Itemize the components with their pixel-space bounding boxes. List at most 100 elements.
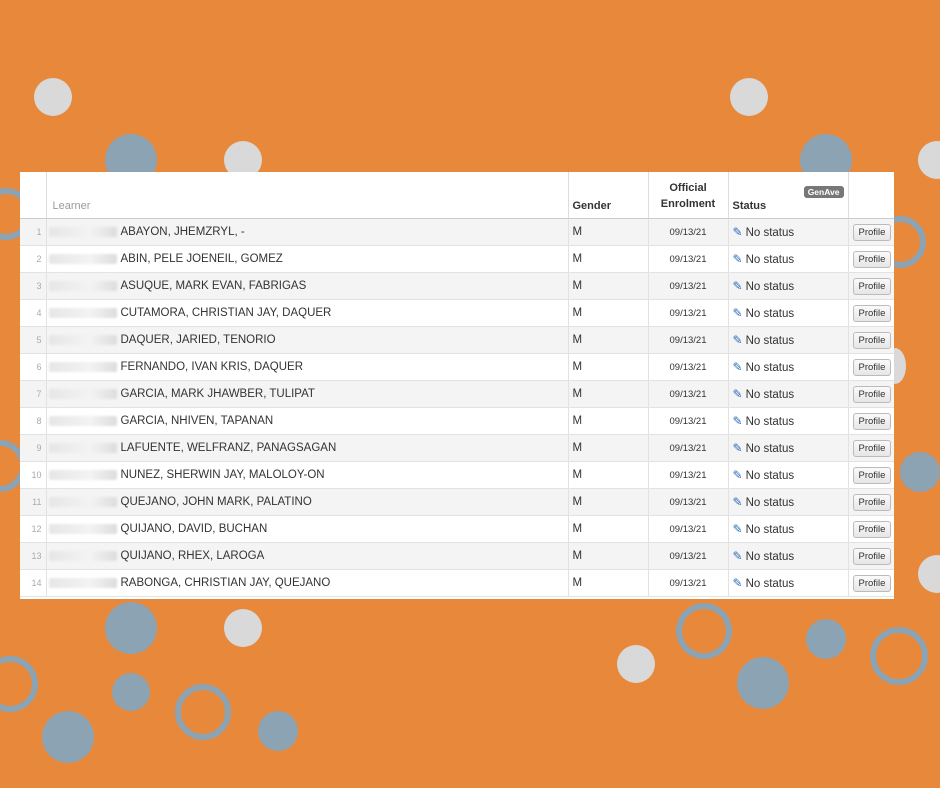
status-cell[interactable]: ✎ No status (728, 434, 849, 462)
table-row[interactable]: 13 QUIJANO, RHEX, LAROGA M 09/13/21 ✎ No stat… (20, 542, 894, 570)
status-text[interactable]: No status (746, 470, 795, 482)
status-cell[interactable]: ✎ No status (728, 326, 849, 354)
table-row[interactable]: 6 FERNANDO, IVAN KRIS, DAQUER M 09/13/21 ✎ No… (20, 353, 894, 381)
pencil-icon[interactable]: ✎ (733, 468, 743, 482)
enrolment-date: 09/13/21 (648, 569, 729, 597)
status-text[interactable]: No status (746, 551, 795, 563)
pencil-icon[interactable]: ✎ (733, 360, 743, 374)
status-text[interactable]: No status (746, 362, 795, 374)
status-cell[interactable]: ✎ No status (728, 299, 849, 327)
status-cell[interactable]: ✎ No status (728, 353, 849, 381)
profile-button[interactable]: Profile (852, 223, 892, 241)
gender-cell: M (568, 353, 649, 381)
table-row[interactable]: 8 GARCIA, NHIVEN, TAPANAN M 09/13/21 ✎ No sta… (20, 407, 894, 435)
pencil-icon[interactable]: ✎ (733, 495, 743, 509)
enrolment-date: 09/13/21 (648, 542, 729, 570)
pencil-icon[interactable]: ✎ (733, 576, 743, 590)
learner-name: ABAYON, JHEMZRYL, - (120, 226, 245, 238)
table-row[interactable]: 5 DAQUER, JARIED, TENORIO M 09/13/21 ✎ No sta… (20, 326, 894, 354)
table-row[interactable]: 12 QUIJANO, DAVID, BUCHAN M 09/13/21 ✎ No sta… (20, 515, 894, 543)
pencil-icon[interactable]: ✎ (733, 225, 743, 239)
pencil-icon[interactable]: ✎ (733, 252, 743, 266)
pencil-icon[interactable]: ✎ (733, 333, 743, 347)
pencil-icon[interactable]: ✎ (733, 549, 743, 563)
lrn-redacted (48, 550, 117, 561)
decor-dot (806, 619, 846, 659)
table-row[interactable]: 11 QUEJANO, JOHN MARK, PALATINO M 09/13/21 ✎… (20, 488, 894, 516)
enrolment-date: 09/13/21 (648, 515, 729, 543)
action-cell: Profile (848, 434, 894, 462)
status-text[interactable]: No status (746, 308, 795, 320)
profile-button[interactable]: Profile (852, 493, 892, 511)
status-cell[interactable]: ✎ No status (728, 407, 849, 435)
header-gender[interactable]: Gender (568, 172, 649, 219)
table-row[interactable]: 3 ASUQUE, MARK EVAN, FABRIGAS M 09/13/21 ✎ No… (20, 272, 894, 300)
profile-button[interactable]: Profile (852, 250, 892, 268)
profile-button[interactable]: Profile (852, 412, 892, 430)
header-status[interactable]: Status GenAve (728, 172, 849, 219)
pencil-icon[interactable]: ✎ (733, 414, 743, 428)
status-text[interactable]: No status (746, 443, 795, 455)
learner-table: Learner Gender Official Enrolment Status… (20, 172, 894, 597)
table-row[interactable]: 7 GARCIA, MARK JHAWBER, TULIPAT M 09/13/21 ✎… (20, 380, 894, 408)
decor-dot (730, 78, 768, 116)
table-row[interactable]: 14 RABONGA, CHRISTIAN JAY, QUEJANO M 09/13/… (20, 569, 894, 597)
status-cell[interactable]: ✎ No status (728, 542, 849, 570)
status-cell[interactable]: ✎ No status (728, 488, 849, 516)
profile-button[interactable]: Profile (852, 358, 892, 376)
status-text[interactable]: No status (746, 227, 795, 239)
learner-cell: GARCIA, NHIVEN, TAPANAN (46, 407, 569, 435)
table-row[interactable]: 10 NUNEZ, SHERWIN JAY, MALOLOY-ON M 09/13/2… (20, 461, 894, 489)
pencil-icon[interactable]: ✎ (733, 441, 743, 455)
status-text[interactable]: No status (746, 524, 795, 536)
profile-button[interactable]: Profile (852, 304, 892, 322)
status-text[interactable]: No status (746, 281, 795, 293)
status-text[interactable]: No status (746, 578, 795, 590)
table-row[interactable]: 4 CUTAMORA, CHRISTIAN JAY, DAQUER M 09/13/2… (20, 299, 894, 327)
action-cell: Profile (848, 542, 894, 570)
profile-button[interactable]: Profile (852, 574, 892, 592)
status-cell[interactable]: ✎ No status (728, 515, 849, 543)
status-text[interactable]: No status (746, 389, 795, 401)
status-cell[interactable]: ✎ No status (728, 461, 849, 489)
decor-dot (112, 673, 150, 711)
header-learner[interactable]: Learner (46, 172, 569, 219)
pencil-icon[interactable]: ✎ (733, 306, 743, 320)
profile-button[interactable]: Profile (852, 466, 892, 484)
status-text[interactable]: No status (746, 497, 795, 509)
table-row[interactable]: 2 ABIN, PELE JOENEIL, GOMEZ M 09/13/21 ✎ No s… (20, 245, 894, 273)
enrolment-date: 09/13/21 (648, 245, 729, 273)
pencil-icon[interactable]: ✎ (733, 279, 743, 293)
status-text[interactable]: No status (746, 416, 795, 428)
profile-button[interactable]: Profile (852, 277, 892, 295)
pencil-icon[interactable]: ✎ (733, 522, 743, 536)
table-row[interactable]: 1 ABAYON, JHEMZRYL, - M 09/13/21 ✎ No status P… (20, 218, 894, 246)
status-text[interactable]: No status (746, 335, 795, 347)
decor-dot (42, 711, 94, 763)
status-cell[interactable]: ✎ No status (728, 218, 849, 246)
profile-button[interactable]: Profile (852, 439, 892, 457)
action-cell: Profile (848, 461, 894, 489)
status-text[interactable]: No status (746, 254, 795, 266)
row-number: 14 (20, 569, 47, 597)
status-cell[interactable]: ✎ No status (728, 569, 849, 597)
status-cell[interactable]: ✎ No status (728, 380, 849, 408)
learner-name: NUNEZ, SHERWIN JAY, MALOLOY-ON (120, 469, 325, 481)
profile-button[interactable]: Profile (852, 547, 892, 565)
pencil-icon[interactable]: ✎ (733, 387, 743, 401)
status-cell[interactable]: ✎ No status (728, 245, 849, 273)
gender-cell: M (568, 272, 649, 300)
table-row[interactable]: 9 LAFUENTE, WELFRANZ, PANAGSAGAN M 09/13/21… (20, 434, 894, 462)
row-number: 8 (20, 407, 47, 435)
gender-cell: M (568, 218, 649, 246)
header-enrolment[interactable]: Official Enrolment (648, 172, 729, 219)
status-cell[interactable]: ✎ No status (728, 272, 849, 300)
profile-button[interactable]: Profile (852, 385, 892, 403)
enrolment-date: 09/13/21 (648, 218, 729, 246)
genave-button[interactable]: GenAve (803, 186, 844, 198)
profile-button[interactable]: Profile (852, 520, 892, 538)
lrn-redacted (48, 469, 117, 480)
enrolment-date: 09/13/21 (648, 353, 729, 381)
learner-cell: ABAYON, JHEMZRYL, - (46, 218, 569, 246)
profile-button[interactable]: Profile (852, 331, 892, 349)
